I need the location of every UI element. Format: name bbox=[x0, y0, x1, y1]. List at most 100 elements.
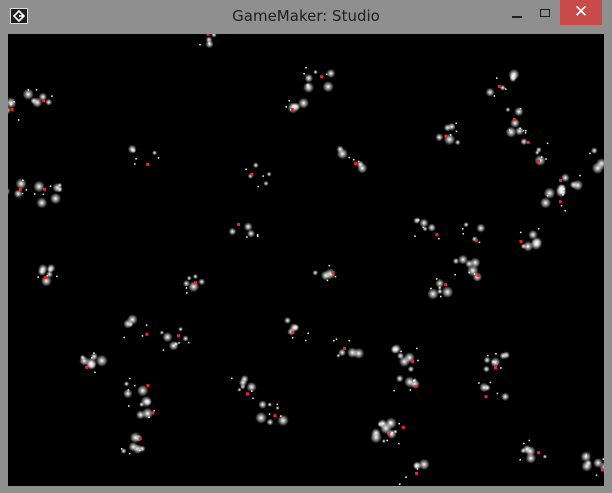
particle-speck bbox=[454, 273, 456, 276]
particle-glow bbox=[128, 441, 139, 452]
particle-core bbox=[250, 172, 254, 176]
particle-core bbox=[151, 411, 155, 415]
particle-glow bbox=[556, 184, 567, 195]
particle-glow bbox=[458, 254, 468, 265]
particle-cluster bbox=[478, 381, 510, 401]
particle-cluster bbox=[336, 145, 368, 174]
particle-glow bbox=[490, 357, 501, 368]
particle-glow bbox=[485, 87, 495, 97]
particle-speck bbox=[120, 448, 123, 450]
particle-glow bbox=[38, 264, 48, 274]
particle-speck bbox=[473, 273, 476, 275]
particle-core bbox=[176, 334, 180, 338]
particle-speck bbox=[245, 168, 247, 171]
particle-speck bbox=[208, 42, 211, 44]
minimize-button[interactable] bbox=[505, 0, 529, 25]
particle-speck bbox=[56, 275, 58, 278]
particle-core bbox=[476, 273, 480, 277]
particle-speck bbox=[304, 339, 307, 342]
particle-speck bbox=[185, 292, 188, 294]
particle-cluster bbox=[303, 67, 336, 93]
particle-core bbox=[42, 99, 46, 103]
particle-glow bbox=[228, 227, 237, 236]
particle-cluster bbox=[580, 451, 604, 476]
particle-glow bbox=[263, 180, 269, 187]
particle-glow bbox=[395, 374, 404, 383]
particle-speck bbox=[422, 226, 425, 229]
particle-core bbox=[138, 437, 142, 441]
particle-core bbox=[291, 330, 295, 334]
particle-glow bbox=[543, 187, 556, 200]
particle-speck bbox=[508, 129, 511, 131]
particle-core bbox=[273, 414, 277, 418]
particle-speck bbox=[51, 95, 53, 97]
particle-core bbox=[484, 395, 488, 399]
particle-glow bbox=[520, 138, 528, 146]
particle-speck bbox=[409, 389, 412, 391]
particle-glow bbox=[90, 352, 98, 361]
particle-speck bbox=[528, 439, 531, 442]
particle-speck bbox=[560, 205, 563, 207]
particle-speck bbox=[93, 352, 95, 354]
particle-glow bbox=[427, 288, 439, 300]
particle-cluster bbox=[534, 142, 549, 167]
particle-core bbox=[85, 365, 89, 369]
close-button[interactable]: ✕ bbox=[560, 0, 602, 25]
particle-speck bbox=[398, 422, 400, 425]
particle-glow bbox=[8, 187, 11, 196]
particle-speck bbox=[435, 278, 438, 280]
particle-speck bbox=[128, 405, 130, 407]
particle-speck bbox=[141, 335, 144, 337]
particle-speck bbox=[17, 119, 20, 121]
particle-glow bbox=[127, 144, 137, 154]
particle-speck bbox=[303, 72, 305, 75]
particle-glow bbox=[393, 429, 398, 434]
particle-cluster bbox=[123, 377, 150, 399]
particle-glow bbox=[284, 316, 292, 324]
particle-core bbox=[10, 107, 14, 111]
particle-cluster bbox=[312, 264, 337, 282]
game-canvas[interactable] bbox=[8, 34, 604, 486]
particle-speck bbox=[35, 89, 38, 91]
particle-core bbox=[18, 187, 22, 191]
particle-glow bbox=[47, 266, 54, 273]
particle-cluster bbox=[127, 144, 160, 166]
particle-glow bbox=[255, 411, 267, 424]
particle-glow bbox=[287, 102, 299, 114]
particle-cluster bbox=[427, 278, 454, 300]
particle-glow bbox=[266, 418, 274, 426]
particle-speck bbox=[589, 152, 591, 155]
particle-glow bbox=[139, 401, 145, 408]
particle-speck bbox=[382, 422, 385, 425]
particle-glow bbox=[266, 171, 272, 177]
particle-glow bbox=[57, 182, 63, 188]
particle-core bbox=[559, 178, 563, 182]
title-bar[interactable]: GameMaker: Studio ✕ bbox=[0, 0, 612, 34]
particle-speck bbox=[129, 377, 131, 380]
maximize-button[interactable] bbox=[532, 0, 558, 25]
particle-speck bbox=[91, 357, 93, 359]
particle-cluster bbox=[413, 217, 440, 240]
particle-core bbox=[512, 117, 516, 121]
particle-speck bbox=[417, 359, 419, 362]
particle-glow bbox=[591, 162, 604, 175]
particle-cluster bbox=[128, 395, 156, 420]
particle-glow bbox=[267, 402, 273, 407]
particle-speck bbox=[430, 287, 432, 290]
particle-speck bbox=[13, 100, 15, 103]
particle-speck bbox=[440, 295, 442, 298]
particle-glow bbox=[515, 126, 525, 136]
particle-speck bbox=[504, 88, 507, 90]
particle-core bbox=[493, 366, 497, 370]
particle-glow bbox=[443, 123, 452, 132]
particle-glow bbox=[243, 222, 253, 232]
particle-cluster bbox=[123, 314, 149, 339]
particle-speck bbox=[257, 185, 259, 188]
particle-glow bbox=[514, 106, 524, 117]
particle-cluster bbox=[461, 221, 486, 244]
particle-speck bbox=[185, 287, 188, 289]
particle-field bbox=[8, 34, 604, 485]
particle-speck bbox=[268, 413, 271, 415]
particle-speck bbox=[391, 431, 393, 434]
particle-cluster bbox=[589, 147, 604, 175]
